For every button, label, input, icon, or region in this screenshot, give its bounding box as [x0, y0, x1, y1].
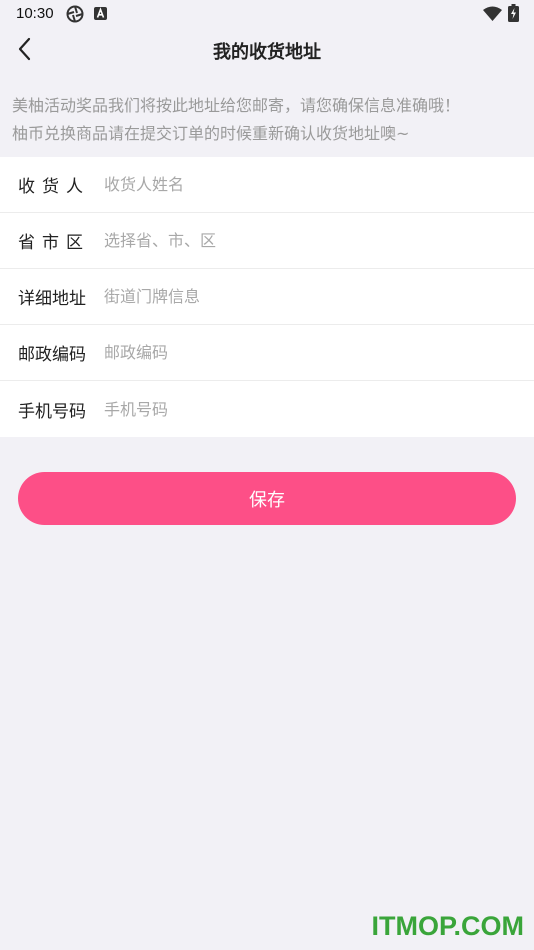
- form-row-postcode: 邮政编码: [0, 325, 534, 381]
- address-form: 收货人 省市区 详细地址 邮政编码 手机号码: [0, 157, 534, 437]
- watermark-text: ITMOP.COM: [371, 911, 524, 941]
- notice-text: 美柚活动奖品我们将按此地址给您邮寄，请您确保信息准确哦！ 柚币兑换商品请在提交订…: [12, 92, 527, 148]
- recipient-label: 收货人: [18, 177, 90, 197]
- address-input[interactable]: [104, 287, 484, 306]
- phone-input[interactable]: [104, 399, 484, 419]
- save-button[interactable]: 保存: [18, 472, 516, 525]
- form-row-recipient: 收货人: [0, 157, 534, 213]
- recipient-input[interactable]: [104, 175, 484, 194]
- form-row-phone: 手机号码: [0, 381, 534, 437]
- a-badge-icon: [94, 7, 107, 25]
- phone-label: 手机号码: [18, 401, 86, 422]
- status-time: 10:30: [16, 5, 54, 22]
- form-row-address: 详细地址: [0, 269, 534, 325]
- region-label: 省市区: [18, 233, 90, 253]
- top-bar: 我的收货地址: [0, 28, 534, 74]
- postcode-input[interactable]: [104, 343, 484, 362]
- wifi-icon: [483, 6, 502, 26]
- aperture-icon: [66, 5, 84, 28]
- form-row-region[interactable]: 省市区: [0, 213, 534, 269]
- address-label: 详细地址: [18, 289, 86, 309]
- notice-line-1: 美柚活动奖品我们将按此地址给您邮寄，请您确保信息准确哦！: [12, 96, 461, 115]
- page-title: 我的收货地址: [213, 42, 321, 63]
- postcode-label: 邮政编码: [18, 345, 86, 365]
- notice-line-2: 柚币兑换商品请在提交订单的时候重新确认收货地址噢~: [12, 124, 410, 143]
- status-bar: 10:30: [0, 0, 534, 28]
- region-select[interactable]: [104, 231, 484, 250]
- battery-charging-icon: [508, 4, 519, 27]
